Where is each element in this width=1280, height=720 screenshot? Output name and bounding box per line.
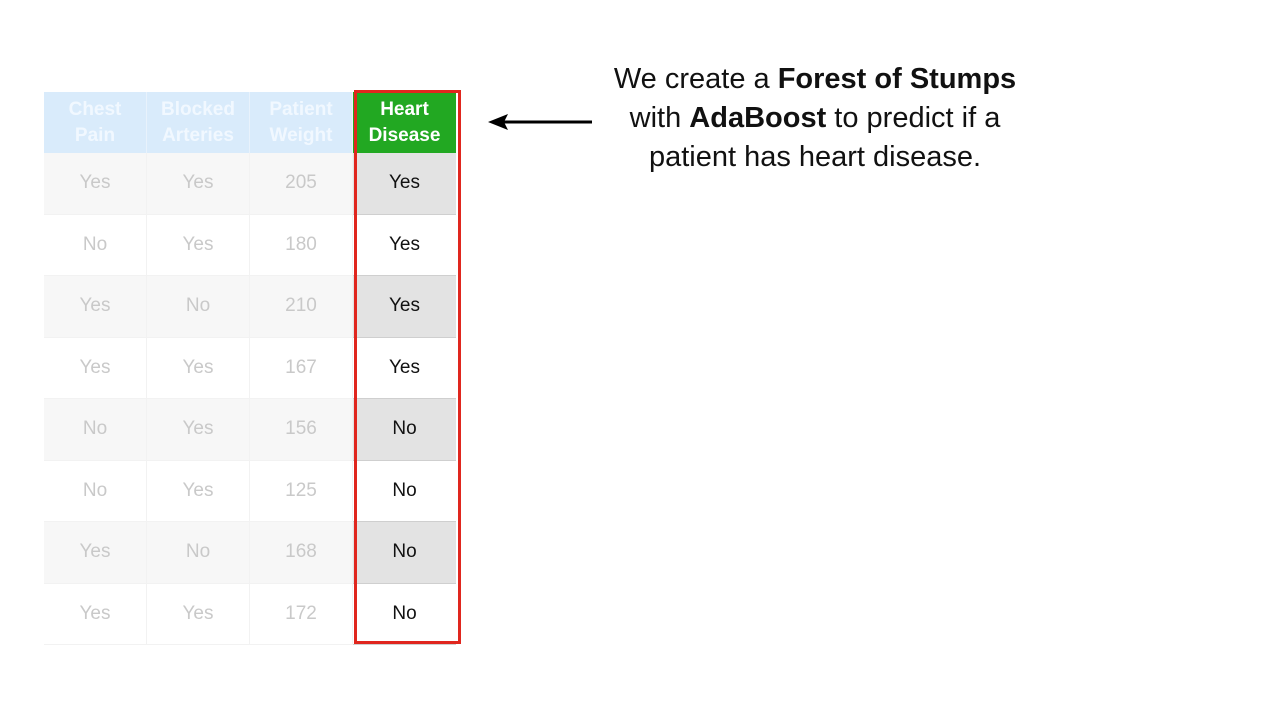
cell-chest-pain: No	[44, 214, 147, 276]
caption-adaboost: AdaBoost	[689, 102, 827, 134]
caption-line-1: We create a Forest of Stumps	[613, 63, 1017, 95]
cell-patient-weight: 172	[250, 583, 353, 645]
cell-patient-weight: 167	[250, 337, 353, 399]
cell-patient-weight: 125	[250, 460, 353, 522]
table-header-row: Chest Pain Blocked Arteries Patient Weight …	[44, 92, 456, 153]
cell-patient-weight: 210	[250, 276, 353, 338]
cell-patient-weight: 156	[250, 399, 353, 461]
caption-line-3: patient has heart disease.	[648, 141, 982, 173]
caption: We create a Forest of Stumps with AdaBoo…	[570, 60, 1060, 177]
header-chest-pain-label: Chest Pain	[68, 98, 122, 146]
cell-heart-disease: No	[353, 460, 456, 522]
cell-heart-disease: Yes	[353, 337, 456, 399]
table-row: Yes No 168 No	[44, 522, 456, 584]
cell-heart-disease: No	[353, 522, 456, 584]
table-row: Yes No 210 Yes	[44, 276, 456, 338]
cell-heart-disease: Yes	[353, 214, 456, 276]
caption-forest-of-stumps: Forest of Stumps	[777, 63, 1017, 95]
cell-heart-disease: Yes	[353, 153, 456, 215]
header-blocked-arteries-label: Blocked Arteries	[161, 98, 235, 146]
table-row: No Yes 125 No	[44, 460, 456, 522]
cell-chest-pain: No	[44, 460, 147, 522]
header-blocked-arteries: Blocked Arteries	[147, 92, 250, 153]
cell-patient-weight: 168	[250, 522, 353, 584]
table-row: No Yes 180 Yes	[44, 214, 456, 276]
header-heart-disease: Heart Disease	[353, 92, 456, 153]
header-patient-weight: Patient Weight	[250, 92, 353, 153]
table-row: Yes Yes 205 Yes	[44, 153, 456, 215]
cell-patient-weight: 205	[250, 153, 353, 215]
cell-heart-disease: No	[353, 583, 456, 645]
cell-blocked-arteries: Yes	[147, 583, 250, 645]
cell-blocked-arteries: No	[147, 276, 250, 338]
cell-chest-pain: Yes	[44, 153, 147, 215]
cell-blocked-arteries: Yes	[147, 337, 250, 399]
cell-chest-pain: Yes	[44, 276, 147, 338]
cell-chest-pain: Yes	[44, 337, 147, 399]
cell-heart-disease: Yes	[353, 276, 456, 338]
cell-blocked-arteries: No	[147, 522, 250, 584]
cell-blocked-arteries: Yes	[147, 460, 250, 522]
table-row: No Yes 156 No	[44, 399, 456, 461]
table-row: Yes Yes 167 Yes	[44, 337, 456, 399]
cell-heart-disease: No	[353, 399, 456, 461]
cell-blocked-arteries: Yes	[147, 153, 250, 215]
cell-chest-pain: Yes	[44, 522, 147, 584]
caption-line-2: with AdaBoost to predict if a	[629, 102, 1001, 134]
cell-patient-weight: 180	[250, 214, 353, 276]
table-body: Yes Yes 205 Yes No Yes 180 Yes Yes No 210 Yes Yes Yes…	[44, 153, 456, 645]
slide: Chest Pain Blocked Arteries Patient Weight …	[0, 0, 1280, 720]
table-row: Yes Yes 172 No	[44, 583, 456, 645]
header-chest-pain: Chest Pain	[44, 92, 147, 153]
heart-disease-table: Chest Pain Blocked Arteries Patient Weight …	[44, 92, 456, 645]
cell-chest-pain: No	[44, 399, 147, 461]
cell-blocked-arteries: Yes	[147, 214, 250, 276]
cell-blocked-arteries: Yes	[147, 399, 250, 461]
header-heart-disease-label: Heart Disease	[368, 98, 441, 146]
cell-chest-pain: Yes	[44, 583, 147, 645]
header-patient-weight-label: Patient Weight	[269, 98, 333, 146]
